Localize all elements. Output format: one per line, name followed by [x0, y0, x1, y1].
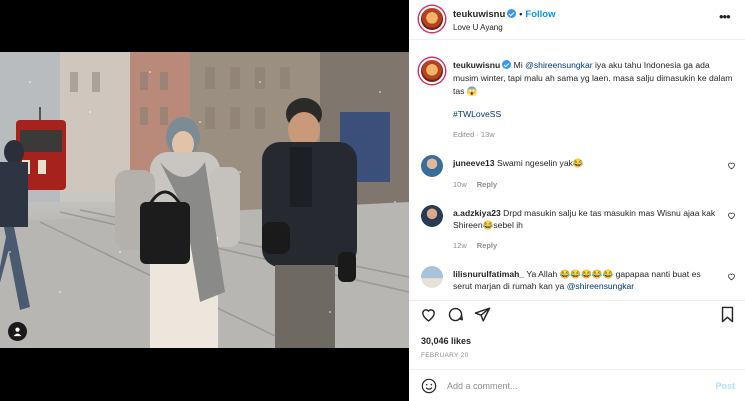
comment-text: juneeve13 Swami ngeselin yak😂 — [453, 157, 718, 169]
add-comment-bar: Post — [409, 369, 745, 401]
heart-icon[interactable] — [727, 161, 736, 170]
post-photo[interactable] — [0, 52, 409, 348]
laughing-emoji-icons: 😂😂😂😂😂 — [559, 269, 614, 279]
follow-button[interactable]: Follow — [525, 9, 555, 20]
post-date[interactable]: FEBRUARY 20 — [421, 352, 469, 359]
reply-button[interactable]: Reply — [477, 180, 497, 189]
laughing-emoji-icon: 😂 — [572, 158, 584, 168]
comment-username[interactable]: a.adzkiya23 — [453, 208, 501, 218]
comment-avatar[interactable] — [421, 205, 443, 227]
bookmark-icon[interactable] — [719, 306, 736, 323]
header-username-row: teukuwisnu • Follow — [453, 9, 556, 20]
comment-body: Ya Allah — [526, 269, 560, 279]
comment-time: 12w — [453, 241, 467, 250]
heart-icon[interactable] — [727, 211, 736, 220]
caption-hashtag[interactable]: #TWLoveSS — [453, 109, 501, 119]
likes-count[interactable]: 30,046 likes — [421, 336, 471, 346]
caption-avatar[interactable] — [419, 58, 445, 84]
user-icon — [13, 327, 22, 337]
comment-body-end: sebel ih — [493, 220, 523, 230]
add-comment-input[interactable] — [447, 377, 687, 395]
avatar[interactable] — [419, 6, 445, 32]
comment-text: lilisnurulfatimah_ Ya Allah 😂😂😂😂😂 gapapa… — [453, 268, 718, 292]
comment-body: Swami ngeselin yak — [496, 158, 573, 168]
verified-badge-icon — [507, 9, 517, 18]
comment-meta: 10w Reply — [453, 180, 497, 189]
caption-username[interactable]: teukuwisnu — [453, 60, 500, 70]
comment-time: 10w — [453, 180, 467, 189]
post-header: teukuwisnu • Follow Love U Ayang ••• — [409, 0, 745, 40]
like-heart-icon[interactable] — [420, 306, 437, 323]
comment-username[interactable]: lilisnurulfatimah_ — [453, 269, 524, 279]
header-username[interactable]: teukuwisnu — [453, 9, 505, 20]
tagged-user-button[interactable] — [8, 322, 27, 341]
post-comment-button[interactable]: Post — [715, 381, 735, 391]
instagram-post: teukuwisnu • Follow Love U Ayang ••• teuku… — [0, 0, 745, 401]
laughing-emoji-icon: 😂 — [482, 220, 494, 230]
comment-username[interactable]: juneeve13 — [453, 158, 495, 168]
verified-badge-icon — [502, 60, 512, 69]
heart-icon[interactable] — [727, 272, 736, 281]
comment-avatar[interactable] — [421, 155, 443, 177]
post-panel: teukuwisnu • Follow Love U Ayang ••• teuku… — [409, 0, 745, 401]
post-location[interactable]: Love U Ayang — [453, 23, 503, 32]
more-horizontal-icon[interactable]: ••• — [719, 10, 733, 26]
caption-mention[interactable]: @shireensungkar — [525, 60, 592, 70]
comment-text: a.adzkiya23 Drpd masukin salju ke tas ma… — [453, 207, 718, 231]
post-media — [0, 0, 409, 401]
comment-avatar[interactable] — [421, 266, 443, 288]
snowy-street-photo — [0, 52, 409, 348]
share-icon[interactable] — [474, 306, 491, 323]
comment-meta: 12w Reply — [453, 241, 497, 250]
caption-text-before: Mi — [513, 60, 526, 70]
emoji-smile-icon[interactable] — [421, 378, 437, 394]
comment-mention[interactable]: @shireensungkar — [567, 281, 634, 291]
separator: • — [519, 9, 523, 19]
caption-text: teukuwisnu Mi @shireensungkar iya aku ta… — [453, 59, 733, 98]
comment-icon[interactable] — [447, 306, 464, 323]
caption-meta: Edited · 13w — [453, 130, 495, 139]
reply-button[interactable]: Reply — [477, 241, 497, 250]
